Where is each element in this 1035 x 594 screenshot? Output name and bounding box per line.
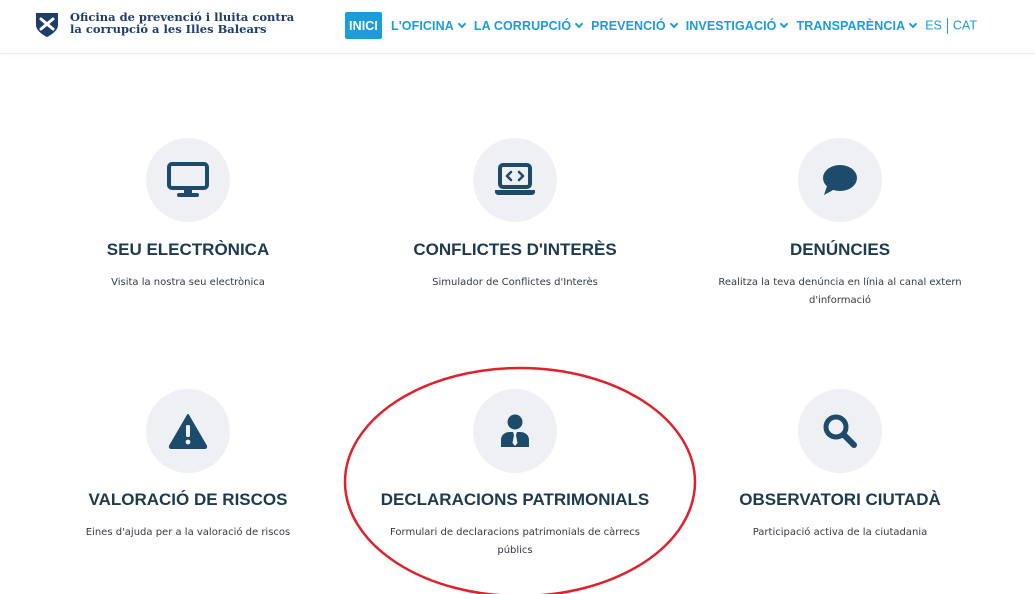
card-title: VALORACIÓ DE RISCOS xyxy=(88,490,288,509)
chevron-down-icon xyxy=(457,19,467,28)
card-seu-electronica[interactable]: SEU ELECTRÒNICA Visita la nostra seu ele… xyxy=(38,138,338,298)
nav-item-inici[interactable]: INICI xyxy=(345,12,382,39)
card-declaracions-patrimonials[interactable]: DECLARACIONS PATRIMONIALS Formulari de d… xyxy=(365,389,665,569)
nav-item-label: L'OFICINA xyxy=(390,18,454,33)
logo-line-2: la corrupció a les Illes Balears xyxy=(70,22,267,36)
card-observatori-ciutada[interactable]: OBSERVATORI CIUTADÀ Participació activa … xyxy=(690,389,990,549)
lang-divider xyxy=(946,17,948,34)
icon-circle xyxy=(798,138,882,222)
card-description: Participació activa de la ciutadania xyxy=(752,527,928,538)
icon-circle xyxy=(473,389,557,473)
warning-triangle-icon xyxy=(168,414,208,449)
card-title: CONFLICTES D'INTERÈS xyxy=(413,240,617,259)
card-description: Simulador de Conflictes d'Interès xyxy=(432,277,598,288)
card-title: SEU ELECTRÒNICA xyxy=(106,240,270,259)
card-description: Realitza la teva denúncia en línia al ca… xyxy=(718,277,962,306)
nav-item-label: PREVENCIÓ xyxy=(591,18,666,33)
card-title: DECLARACIONS PATRIMONIALS xyxy=(380,490,650,509)
card-denuncies[interactable]: DENÚNCIES Realitza la teva denúncia en l… xyxy=(690,138,990,318)
nav-item-label: TRANSPARÈNCIA xyxy=(796,18,906,33)
nav-item-label: LA CORRUPCIÓ xyxy=(473,18,572,33)
card-title: DENÚNCIES xyxy=(789,240,891,259)
site-header: Oficina de prevenció i lluita contra la … xyxy=(0,0,1035,54)
magnifier-icon xyxy=(823,414,857,448)
lang-cat-link[interactable]: CAT xyxy=(953,18,977,32)
icon-circle xyxy=(798,389,882,473)
nav-item-corrupcio[interactable]: LA CORRUPCIÓ xyxy=(473,12,584,39)
chevron-down-icon xyxy=(669,19,678,28)
card-conflictes-interes[interactable]: CONFLICTES D'INTERÈS Simulador de Confli… xyxy=(365,138,665,298)
logo-text: Oficina de prevenció i lluita contra la … xyxy=(70,11,294,35)
user-tie-icon xyxy=(501,414,529,447)
card-title: OBSERVATORI CIUTADÀ xyxy=(739,490,941,509)
nav-item-investigacio[interactable]: INVESTIGACIÓ xyxy=(685,12,789,39)
chevron-down-icon xyxy=(780,19,789,28)
card-description: Formulari de declaracions patrimonials d… xyxy=(390,527,640,556)
icon-circle xyxy=(473,138,557,222)
nav-item-label: INVESTIGACIÓ xyxy=(685,18,777,33)
laptop-code-icon xyxy=(495,163,535,195)
speech-bubble-icon xyxy=(823,165,857,195)
card-description: Eines d'ajuda per a la valoració de risc… xyxy=(85,527,291,538)
nav-item-prevencio[interactable]: PREVENCIÓ xyxy=(591,12,678,39)
icon-circle xyxy=(146,389,230,473)
card-description: Visita la nostra seu electrònica xyxy=(111,277,265,288)
nav-item-label: INICI xyxy=(349,18,378,33)
icon-circle xyxy=(146,138,230,222)
language-switcher: ES CAT xyxy=(925,17,977,34)
lang-es-link[interactable]: ES xyxy=(925,18,942,32)
nav-item-oficina[interactable]: L'OFICINA xyxy=(390,12,467,39)
site-logo[interactable]: Oficina de prevenció i lluita contra la … xyxy=(34,11,294,39)
card-valoracio-riscos[interactable]: VALORACIÓ DE RISCOS Eines d'ajuda per a … xyxy=(38,389,338,549)
main-nav: INICI L'OFICINA LA CORRUPCIÓ PREVENCIÓ I… xyxy=(345,12,977,39)
nav-item-transparencia[interactable]: TRANSPARÈNCIA xyxy=(796,12,918,39)
shield-icon xyxy=(36,13,58,37)
chevron-down-icon xyxy=(908,19,918,28)
monitor-icon xyxy=(167,162,209,197)
chevron-down-icon xyxy=(574,19,584,28)
